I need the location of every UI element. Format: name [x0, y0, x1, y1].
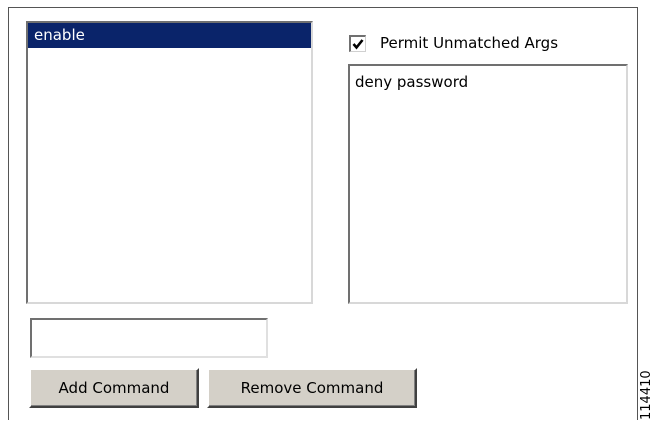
checkmark-icon [352, 38, 364, 50]
command-list-item-enable[interactable]: enable [28, 23, 311, 48]
command-input[interactable] [30, 318, 268, 358]
command-list[interactable]: enable [26, 21, 313, 304]
permit-unmatched-args-row[interactable]: Permit Unmatched Args [349, 33, 558, 53]
permit-unmatched-args-label: Permit Unmatched Args [380, 34, 559, 52]
permit-unmatched-args-checkbox[interactable] [349, 34, 366, 52]
add-command-button[interactable]: Add Command [29, 368, 199, 408]
argument-list-item-deny-password[interactable]: deny password [350, 70, 626, 95]
argument-list[interactable]: deny password [348, 64, 628, 304]
remove-command-button[interactable]: Remove Command [207, 368, 417, 408]
figure-id-label: 114410 [639, 370, 654, 420]
